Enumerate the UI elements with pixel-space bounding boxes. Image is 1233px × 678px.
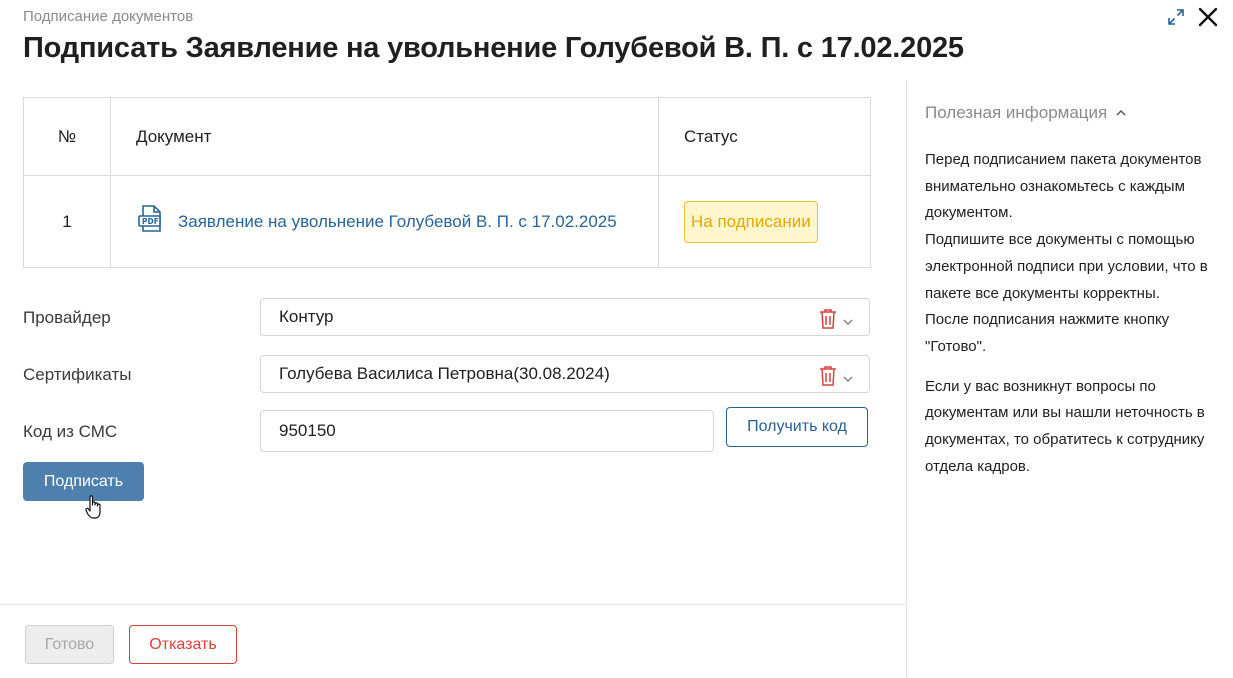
- provider-select[interactable]: Контур: [260, 298, 870, 336]
- info-panel: Полезная информация Перед подписанием па…: [925, 103, 1225, 480]
- status-badge: На подписании: [684, 200, 818, 243]
- sms-code-input[interactable]: 950150: [260, 410, 714, 452]
- certificates-select[interactable]: Голубева Василиса Петровна(30.08.2024): [260, 355, 870, 393]
- trash-icon[interactable]: [819, 308, 837, 335]
- info-panel-toggle[interactable]: Полезная информация: [925, 103, 1225, 123]
- svg-text:PDF: PDF: [142, 217, 159, 226]
- certificates-value: Голубева Василиса Петровна(30.08.2024): [279, 364, 610, 383]
- panel-divider: [906, 80, 907, 678]
- document-link[interactable]: PDF Заявление на увольнение Голубевой В.…: [136, 204, 658, 239]
- breadcrumb: Подписание документов: [23, 8, 194, 25]
- hand-cursor-icon: [85, 494, 105, 525]
- pdf-icon: PDF: [136, 204, 166, 239]
- info-paragraph: Перед подписанием пакета документов вним…: [925, 151, 1202, 222]
- provider-value: Контур: [279, 307, 334, 326]
- column-header-number: №: [23, 97, 111, 176]
- table-header-row: № Документ Статус: [23, 97, 871, 176]
- window-controls: [1167, 6, 1219, 28]
- sms-code-value: 950150: [279, 421, 336, 440]
- provider-actions: [819, 308, 853, 335]
- document-title: Заявление на увольнение Голубевой В. П. …: [178, 211, 617, 231]
- expand-icon[interactable]: [1167, 8, 1185, 26]
- certificates-actions: [819, 365, 853, 392]
- chevron-up-icon: [1115, 103, 1127, 123]
- trash-icon[interactable]: [819, 365, 837, 392]
- page-title: Подписать Заявление на увольнение Голубе…: [23, 32, 964, 64]
- footer-divider: [0, 604, 906, 605]
- chevron-down-icon[interactable]: [843, 312, 853, 332]
- info-panel-title: Полезная информация: [925, 103, 1108, 122]
- reject-button[interactable]: Отказать: [129, 625, 237, 664]
- documents-table: № Документ Статус 1 PDF Заявление на уво…: [23, 97, 871, 268]
- info-paragraph: Если у вас возникнут вопросы по документ…: [925, 377, 1205, 475]
- document-cell: PDF Заявление на увольнение Голубевой В.…: [110, 175, 659, 268]
- row-number: 1: [23, 175, 111, 268]
- info-paragraph: После подписания нажмите кнопку "Готово"…: [925, 311, 1170, 355]
- column-header-document: Документ: [110, 97, 659, 176]
- table-row: 1 PDF Заявление на увольнение Голубевой …: [23, 175, 871, 268]
- get-code-button[interactable]: Получить код: [726, 407, 868, 447]
- provider-label: Провайдер: [23, 308, 111, 327]
- status-cell: На подписании: [658, 175, 871, 268]
- certificates-label: Сертификаты: [23, 365, 132, 384]
- info-panel-body: Перед подписанием пакета документов вним…: [925, 147, 1225, 480]
- column-header-status: Статус: [658, 97, 871, 176]
- info-paragraph: Подпишите все документы с помощью электр…: [925, 231, 1208, 302]
- chevron-down-icon[interactable]: [843, 369, 853, 389]
- close-icon[interactable]: [1197, 6, 1219, 28]
- sms-code-label: Код из СМС: [23, 422, 118, 441]
- done-button[interactable]: Готово: [25, 625, 114, 664]
- sign-button[interactable]: Подписать: [23, 462, 144, 501]
